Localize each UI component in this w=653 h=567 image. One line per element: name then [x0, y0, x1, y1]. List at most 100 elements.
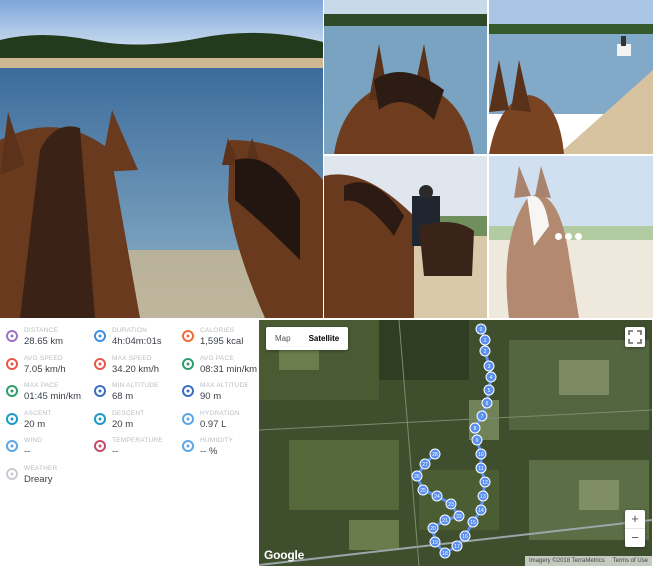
svg-text:16: 16	[462, 534, 468, 540]
stat-label: DESCENT	[112, 409, 145, 417]
dot-1	[555, 233, 562, 240]
waypoint-marker[interactable]: 17	[451, 540, 463, 552]
waypoint-marker[interactable]: 7	[476, 410, 488, 422]
satellite-toggle-button[interactable]: Satellite	[300, 327, 349, 350]
route-map[interactable]: 0 1 2 3 4 5 6 7 8 9 10 11 12 13 14 15 16 17 18 19 20 21 22 23 24…	[259, 320, 652, 566]
humidity-icon	[181, 439, 195, 453]
waypoint-marker[interactable]: 13	[477, 490, 489, 502]
stat-label: CALORIES	[200, 327, 235, 334]
waypoint-marker[interactable]: 15	[467, 516, 479, 528]
waypoint-marker[interactable]: 10	[475, 448, 487, 460]
stats-panel: DISTANCE 28.65 km DURATION 4h:04m:01s CALORI…	[0, 320, 259, 567]
speedometer-icon	[5, 357, 19, 371]
stat-label: HYDRATION	[200, 409, 240, 417]
fullscreen-icon	[628, 330, 642, 344]
svg-text:18: 18	[442, 551, 448, 557]
map-toggle-button[interactable]: Map	[266, 327, 300, 350]
waypoint-marker[interactable]: 22	[453, 510, 465, 522]
waypoint-marker[interactable]: 27	[419, 458, 431, 470]
waypoint-marker[interactable]: 6	[481, 397, 493, 409]
stat-hydration: HYDRATION 0.97 L	[176, 409, 262, 435]
stat-label: DURATION	[112, 327, 148, 334]
svg-text:14: 14	[478, 508, 484, 514]
stat-label: MAX SPEED	[112, 354, 152, 362]
svg-text:12: 12	[482, 480, 488, 486]
waypoint-marker[interactable]: 12	[479, 476, 491, 488]
waypoint-marker[interactable]: 16	[459, 530, 471, 542]
main-photo[interactable]	[0, 0, 323, 318]
svg-text:20: 20	[430, 526, 436, 532]
photo-2[interactable]	[324, 0, 487, 154]
map-type-toggle[interactable]: Map Satellite	[266, 327, 349, 350]
waypoint-marker[interactable]: 26	[411, 470, 423, 482]
pace-gauge-icon	[181, 357, 195, 371]
svg-text:1: 1	[484, 338, 487, 344]
cloud-icon	[5, 467, 19, 481]
waypoint-marker[interactable]: 23	[445, 498, 457, 510]
svg-text:0: 0	[480, 327, 483, 333]
stat-value: 01:45 min/km	[24, 391, 82, 402]
stat-weather: WEATHER Dreary	[0, 464, 86, 490]
stat-temperature: TEMPERATURE --	[88, 436, 174, 462]
waypoint-marker[interactable]: 14	[475, 504, 487, 516]
ascent-icon	[5, 412, 19, 426]
svg-text:26: 26	[414, 474, 420, 480]
photo-4[interactable]	[324, 156, 487, 318]
photo-3[interactable]	[489, 0, 653, 154]
speedometer-icon	[93, 357, 107, 371]
stat-label: TEMPERATURE	[112, 437, 163, 444]
zoom-out-button[interactable]: −	[625, 529, 645, 547]
waypoint-marker[interactable]: 5	[483, 384, 495, 396]
waypoint-marker[interactable]: 2	[479, 345, 491, 357]
mountain-icon	[93, 384, 107, 398]
waypoint-marker[interactable]: 4	[485, 371, 497, 383]
waypoint-marker[interactable]: 19	[429, 536, 441, 548]
svg-text:22: 22	[456, 514, 462, 520]
stat-label: ASCENT	[24, 409, 52, 417]
stat-label: MIN ALTITUDE	[112, 382, 159, 389]
waypoint-marker[interactable]: 1	[479, 334, 491, 346]
stat-value: 4h:04m:01s	[112, 336, 162, 347]
stat-value: 34.20 km/h	[112, 363, 159, 375]
waypoint-marker[interactable]: 20	[427, 522, 439, 534]
svg-text:15: 15	[470, 520, 476, 526]
stat-value: 7.05 km/h	[24, 363, 66, 375]
waypoint-marker[interactable]: 28	[429, 448, 441, 460]
stat-value: 68 m	[112, 391, 134, 402]
stat-label: AVG SPEED	[24, 354, 63, 362]
svg-text:11: 11	[478, 466, 483, 472]
svg-text:4: 4	[490, 375, 493, 381]
stat-max-altitude: MAX ALTITUDE 90 m	[176, 381, 262, 407]
waypoint-marker[interactable]: 24	[431, 490, 443, 502]
stat-ascent: ASCENT 20 m	[0, 409, 86, 435]
svg-text:2: 2	[484, 349, 487, 355]
more-photos-indicator[interactable]	[555, 233, 582, 240]
stat-value: 20 m	[112, 418, 134, 430]
waypoint-marker[interactable]: 18	[439, 547, 451, 559]
terms-link[interactable]: Terms of Use	[613, 558, 648, 564]
waypoint-marker[interactable]: 25	[417, 484, 429, 496]
svg-text:3: 3	[488, 364, 491, 370]
svg-text:13: 13	[480, 494, 486, 500]
svg-text:5: 5	[488, 388, 491, 394]
svg-text:23: 23	[448, 502, 454, 508]
stopwatch-icon	[93, 329, 107, 343]
fullscreen-button[interactable]	[625, 327, 645, 347]
stat-label: MAX ALTITUDE	[200, 382, 249, 389]
stat-label: HUMIDITY	[200, 437, 234, 444]
waypoint-marker[interactable]: 11	[475, 462, 487, 474]
waypoint-marker[interactable]: 8	[469, 422, 481, 434]
pace-gauge-icon	[5, 384, 19, 398]
zoom-in-button[interactable]: +	[625, 510, 645, 528]
map-attribution: Imagery ©2018 TerraMetrics Terms of Use	[524, 556, 652, 566]
waypoint-marker[interactable]: 3	[483, 360, 495, 372]
svg-text:27: 27	[422, 462, 428, 468]
waypoint-marker[interactable]: 21	[439, 514, 451, 526]
svg-text:9: 9	[476, 438, 479, 444]
waypoint-marker[interactable]: 9	[471, 434, 483, 446]
zoom-control: + −	[625, 510, 645, 547]
stat-value: 1,595 kcal	[200, 336, 244, 347]
google-logo[interactable]: Google	[264, 548, 304, 562]
water-drops-icon	[181, 412, 195, 426]
waypoint-marker[interactable]: 0	[475, 323, 487, 335]
